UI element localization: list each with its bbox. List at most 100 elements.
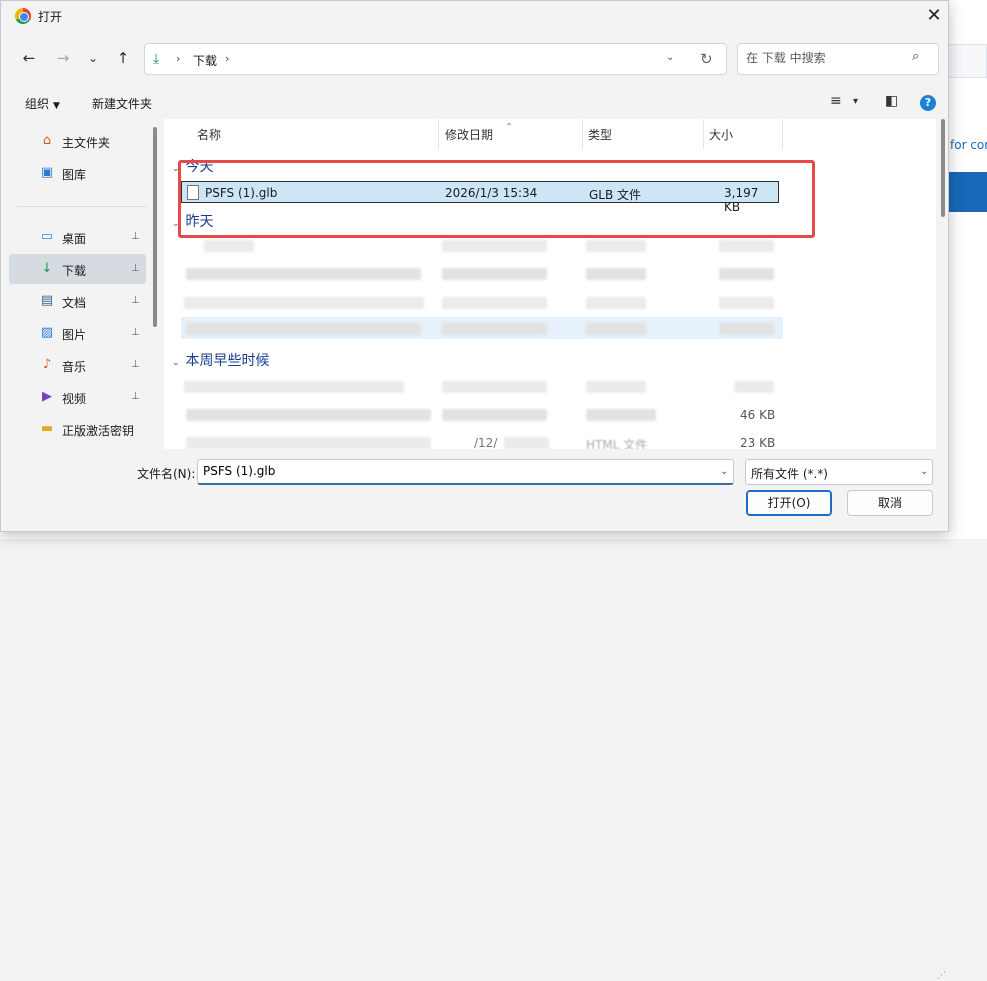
- search-icon[interactable]: ⌕: [912, 49, 919, 64]
- filename-label: 文件名(N):: [137, 467, 196, 481]
- blurred-cell: [586, 297, 646, 309]
- dialog-title: 打开: [38, 10, 63, 24]
- nav-item-music[interactable]: ♪ 音乐 ⊥: [9, 350, 146, 380]
- column-divider[interactable]: [782, 119, 783, 149]
- column-header-modified[interactable]: 修改日期: [445, 119, 493, 149]
- search-input[interactable]: [746, 51, 906, 65]
- nav-item-label: 音乐: [62, 360, 87, 374]
- blurred-cell: [442, 268, 547, 280]
- background-band: [948, 172, 987, 212]
- blurred-cell: [204, 240, 254, 252]
- nav-scrollbar[interactable]: [153, 127, 157, 327]
- up-arrow-icon[interactable]: ↑: [112, 47, 134, 69]
- search-box[interactable]: ⌕: [737, 43, 939, 75]
- blurred-cell: [504, 437, 549, 449]
- gallery-icon: ▣: [40, 165, 54, 180]
- caret-down-icon: ▼: [53, 101, 60, 111]
- nav-item-label: 桌面: [62, 232, 87, 246]
- nav-item-label: 视频: [62, 392, 87, 406]
- blurred-cell: [442, 409, 547, 421]
- column-divider[interactable]: [703, 119, 704, 149]
- nav-item-pictures[interactable]: ▨ 图片 ⊥: [9, 318, 146, 348]
- filetype-select[interactable]: 所有文件 (*.*) ⌄: [745, 459, 933, 485]
- filename-field[interactable]: ⌄: [197, 459, 734, 485]
- nav-item-downloads[interactable]: ↓ 下载 ⊥: [9, 254, 146, 284]
- address-bar[interactable]: ⤓ › 下载 › ⌄ ↻: [144, 43, 727, 75]
- file-size: 23 KB: [740, 436, 776, 449]
- nav-item-desktop[interactable]: ▭ 桌面 ⊥: [9, 222, 146, 252]
- chevron-down-icon: ⌄: [172, 358, 180, 368]
- blurred-cell: [442, 297, 547, 309]
- breadcrumb-separator[interactable]: ›: [225, 52, 229, 65]
- pin-icon[interactable]: ⊥: [131, 295, 140, 306]
- nav-item-gallery[interactable]: ▣ 图库: [9, 158, 146, 188]
- view-caret-icon[interactable]: ▾: [853, 96, 858, 107]
- breadcrumb-separator[interactable]: ›: [176, 52, 180, 65]
- breadcrumb-downloads[interactable]: 下载: [193, 52, 217, 69]
- title-bar: 打开 ✕: [1, 1, 948, 31]
- back-arrow-icon[interactable]: ←: [18, 47, 40, 69]
- nav-item-license-keys[interactable]: ▬ 正版激活密钥: [9, 414, 146, 441]
- blurred-cell: [719, 268, 774, 280]
- blurred-cell: [719, 297, 774, 309]
- nav-item-label: 图片: [62, 328, 87, 342]
- command-bar: 组织 ▼ 新建文件夹 ≡ ▾ ◧ ?: [1, 89, 948, 117]
- preview-pane-icon[interactable]: ◧: [885, 93, 898, 109]
- nav-item-label: 正版激活密钥: [62, 424, 135, 438]
- nav-item-label: 文档: [62, 296, 87, 310]
- nav-item-documents[interactable]: ▤ 文档 ⊥: [9, 286, 146, 316]
- dialog-footer: 文件名(N): ⌄ 所有文件 (*.*) ⌄ 打开(O) 取消 ⋰: [1, 453, 948, 981]
- nav-divider: [17, 206, 147, 207]
- blurred-cell: [186, 268, 421, 280]
- resize-grip-icon[interactable]: ⋰: [937, 971, 946, 981]
- pin-icon[interactable]: ⊥: [131, 231, 140, 242]
- pin-icon[interactable]: ⊥: [131, 359, 140, 370]
- navigation-pane: ⌂ 主文件夹 ▣ 图库 ▭ 桌面 ⊥ ↓ 下载 ⊥ ▤ 文档 ⊥ ▨ 图片 ⊥: [9, 121, 156, 441]
- pin-icon[interactable]: ⊥: [131, 391, 140, 402]
- address-dropdown-icon[interactable]: ⌄: [666, 52, 674, 63]
- chevron-down-icon[interactable]: ⌄: [720, 466, 728, 477]
- blurred-cell: [186, 409, 431, 421]
- pin-icon[interactable]: ⊥: [131, 327, 140, 338]
- cancel-button[interactable]: 取消: [847, 490, 933, 516]
- videos-icon: ▶: [42, 389, 52, 404]
- new-folder-button[interactable]: 新建文件夹: [92, 95, 152, 112]
- nav-item-label: 下载: [62, 264, 87, 278]
- nav-item-label: 图库: [62, 168, 87, 182]
- home-icon: ⌂: [42, 133, 52, 148]
- column-header-name[interactable]: 名称: [197, 119, 221, 149]
- column-header-type[interactable]: 类型: [588, 119, 612, 149]
- column-header-size[interactable]: 大小: [709, 119, 733, 149]
- recent-locations-chevron-icon[interactable]: ⌄: [82, 47, 104, 69]
- download-icon: ↓: [41, 261, 53, 276]
- background-link: for con: [950, 138, 987, 152]
- nav-item-videos[interactable]: ▶ 视频 ⊥: [9, 382, 146, 412]
- nav-item-label: 主文件夹: [62, 136, 111, 150]
- view-options-icon[interactable]: ≡: [830, 93, 842, 109]
- file-modified-partial: /12/: [474, 436, 498, 449]
- blurred-cell: [186, 437, 431, 449]
- desktop-icon: ▭: [40, 229, 54, 244]
- column-divider[interactable]: [582, 119, 583, 149]
- refresh-icon[interactable]: ↻: [700, 50, 713, 68]
- close-button[interactable]: ✕: [917, 4, 951, 30]
- open-button[interactable]: 打开(O): [746, 490, 832, 516]
- file-list-scrollbar[interactable]: [941, 119, 945, 217]
- file-type-partial: HTML 文件: [586, 438, 648, 449]
- help-icon[interactable]: ?: [920, 95, 936, 111]
- nav-item-home[interactable]: ⌂ 主文件夹: [9, 126, 146, 156]
- filetype-value: 所有文件 (*.*): [751, 467, 828, 481]
- sort-indicator-icon: ⌃: [505, 122, 514, 133]
- group-header-this-week[interactable]: ⌄ 本周早些时候: [172, 350, 270, 370]
- download-icon: ⤓: [153, 51, 160, 67]
- blurred-cell: [442, 240, 547, 252]
- organize-menu[interactable]: 组织 ▼: [25, 95, 60, 112]
- navigation-bar: ← → ⌄ ↑ ⤓ › 下载 › ⌄ ↻ ⌕: [1, 41, 948, 77]
- blurred-cell: [586, 409, 656, 421]
- column-divider[interactable]: [438, 119, 439, 149]
- forward-arrow-icon[interactable]: →: [52, 47, 74, 69]
- organize-label: 组织: [25, 97, 50, 111]
- filename-input[interactable]: [203, 464, 703, 478]
- pin-icon[interactable]: ⊥: [131, 263, 140, 274]
- blurred-cell: [184, 381, 404, 393]
